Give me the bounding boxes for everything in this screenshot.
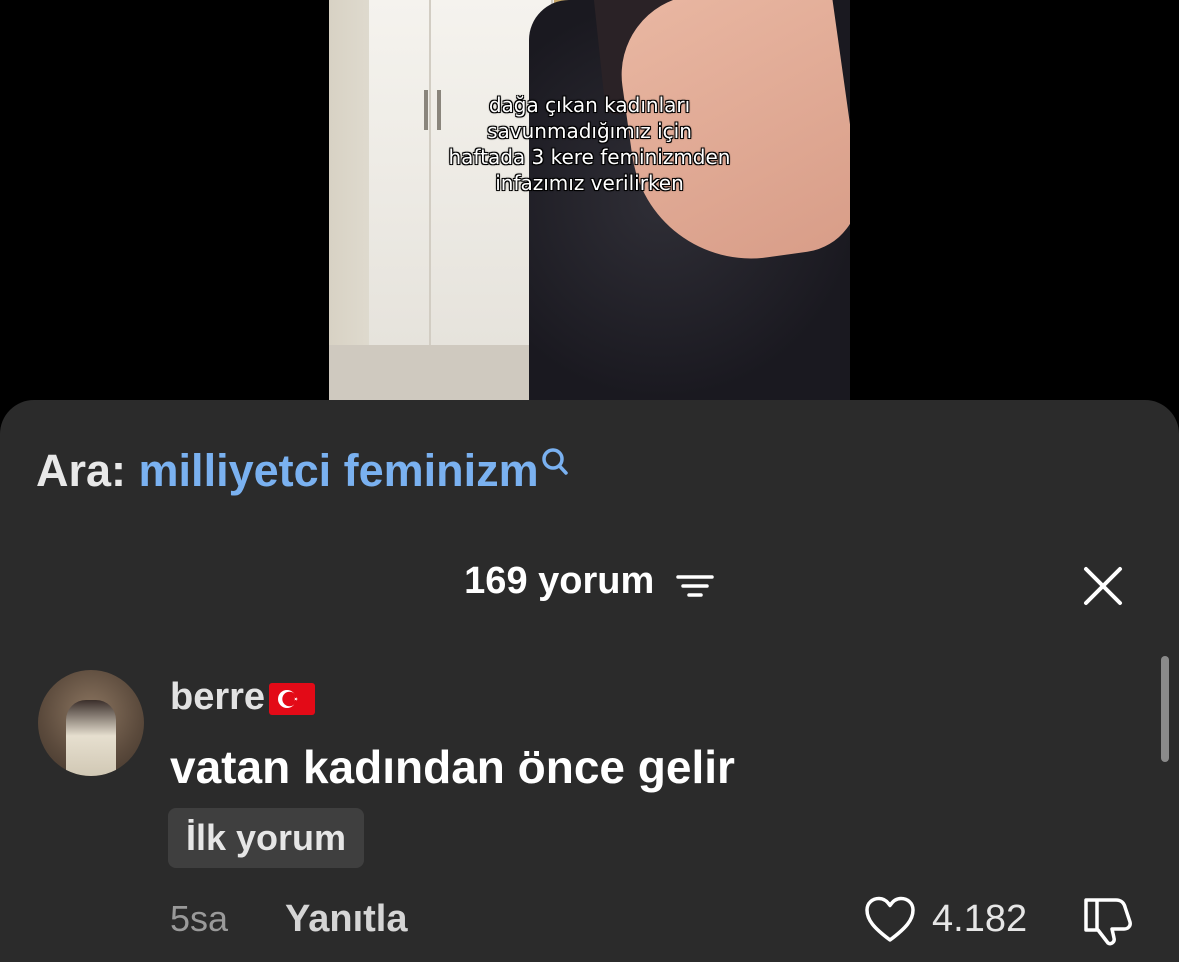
comment-text: vatan kadından önce gelir [170, 741, 735, 793]
username-text: berre [170, 676, 266, 718]
video-caption: dağa çıkan kadınları savunmadığımız için… [448, 93, 731, 195]
search-prefix: Ara: [36, 445, 127, 496]
comments-sheet: Ara: milliyetci feminizm 169 yorum berre… [0, 400, 1179, 962]
search-icon[interactable] [541, 445, 569, 485]
comments-header: 169 yorum [0, 560, 1179, 603]
video-preview[interactable]: dağa çıkan kadınları savunmadığımız için… [329, 0, 850, 400]
heart-icon[interactable] [864, 896, 916, 944]
avatar-photo [66, 700, 116, 776]
turkey-flag-icon [269, 682, 316, 715]
comment-username[interactable]: berre [170, 676, 316, 719]
first-comment-badge: İlk yorum [168, 808, 365, 868]
comment-count: 169 yorum [464, 560, 655, 602]
filter-icon[interactable] [675, 568, 715, 598]
thumbs-down-icon[interactable] [1080, 894, 1134, 946]
scrollbar[interactable] [1161, 656, 1169, 762]
close-icon[interactable] [1083, 566, 1123, 606]
related-search[interactable]: Ara: milliyetci feminizm [36, 445, 569, 497]
search-term-link[interactable]: milliyetci feminizm [139, 445, 539, 496]
reply-button[interactable]: Yanıtla [285, 898, 408, 941]
comment-time: 5sa [170, 898, 229, 939]
like-count: 4.182 [932, 898, 1028, 940]
avatar[interactable] [38, 670, 144, 776]
